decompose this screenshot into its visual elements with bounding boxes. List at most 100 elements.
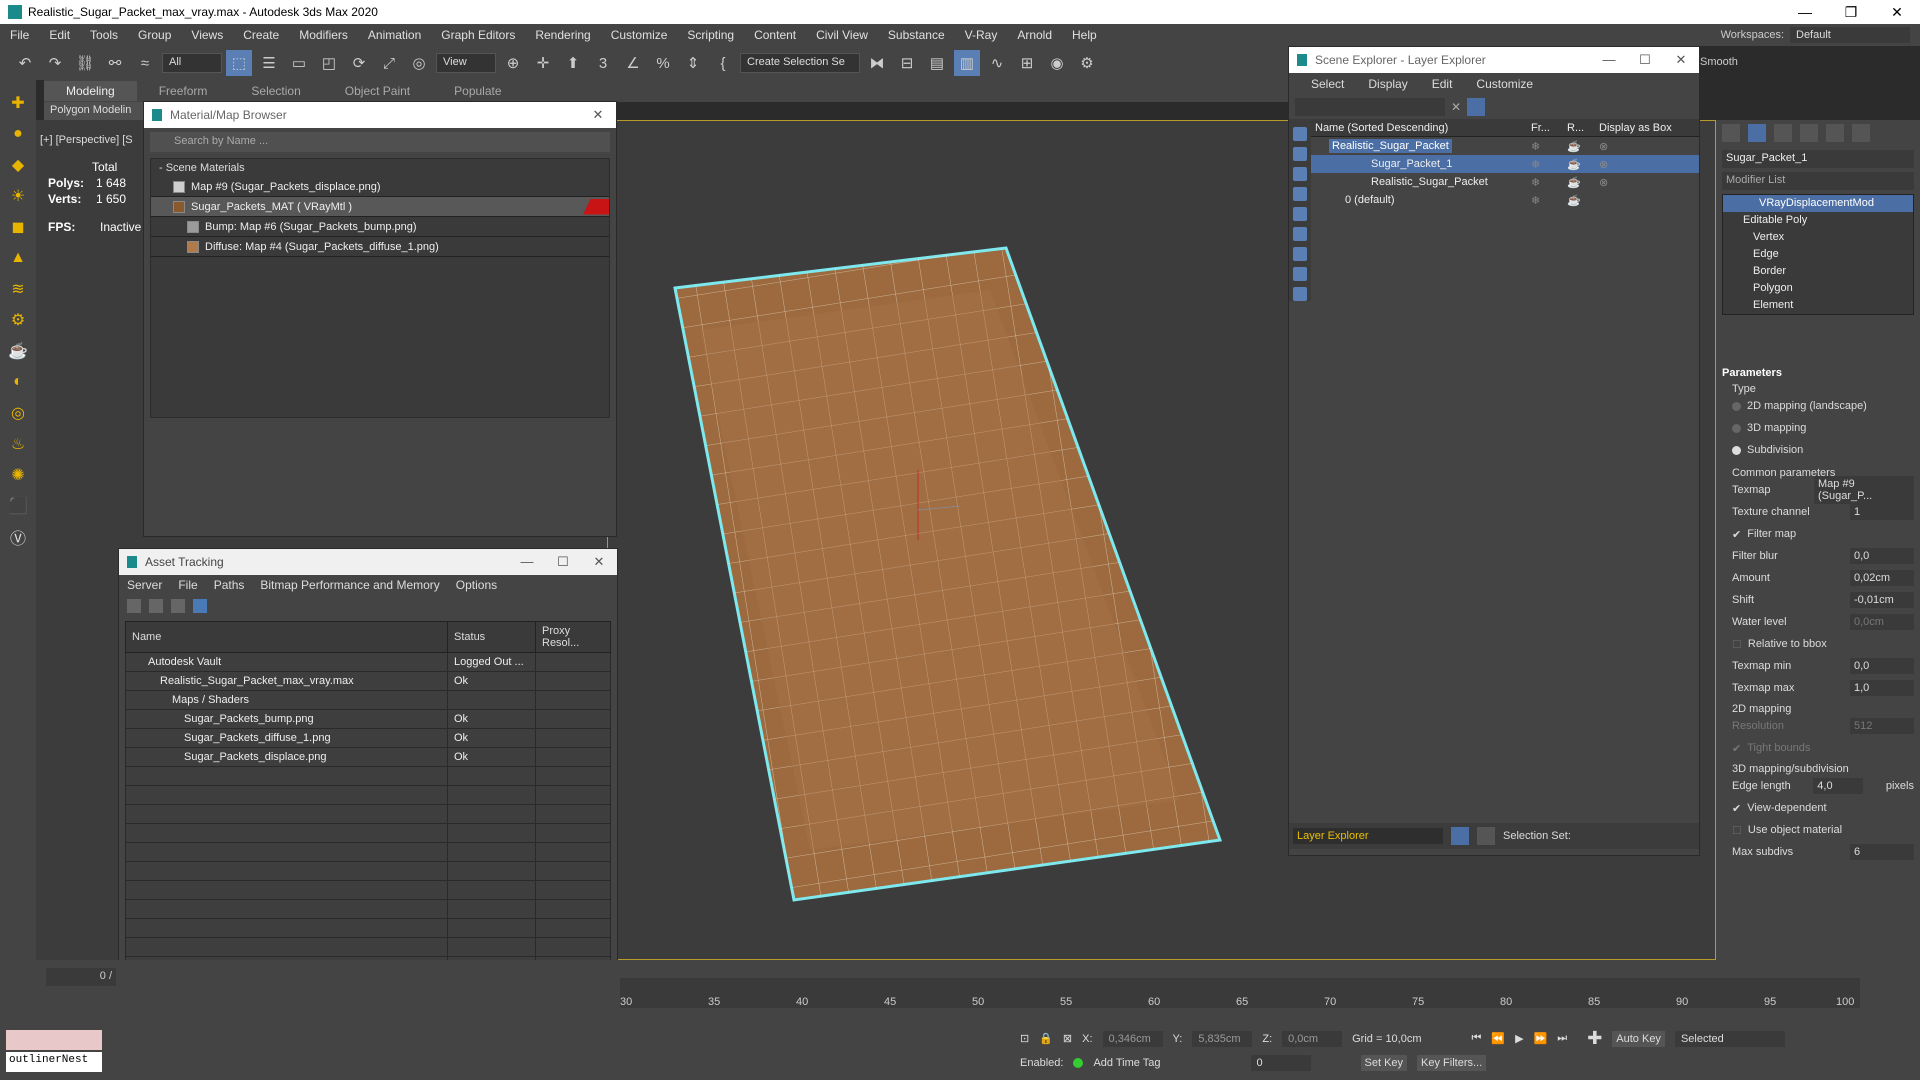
create-tab-icon[interactable] [1722, 124, 1740, 142]
stack-item[interactable]: Border [1723, 263, 1913, 280]
use-object-material-checkbox[interactable]: ☐ Use object material [1722, 819, 1914, 841]
key-mode-icon[interactable]: ✚ [1587, 1028, 1602, 1049]
at-menu-options[interactable]: Options [456, 578, 497, 592]
tab-populate[interactable]: Populate [432, 81, 523, 101]
display-tab-icon[interactable] [1826, 124, 1844, 142]
track-bar[interactable]: 30 35 40 45 50 55 60 65 70 75 80 85 90 9… [620, 978, 1860, 1008]
layer-toggle-icon[interactable] [1451, 827, 1469, 845]
bulb-icon[interactable]: ✺ [7, 464, 29, 486]
selection-set-icon[interactable] [1477, 827, 1495, 845]
display-xrefs-icon[interactable] [1293, 267, 1307, 281]
maxscript-listener-field[interactable]: outlinerNest [6, 1052, 102, 1072]
texture-channel-spinner[interactable]: 1 [1850, 504, 1914, 520]
stack-item[interactable]: Editable Poly [1723, 212, 1913, 229]
rotate-icon[interactable]: ⟳ [346, 50, 372, 76]
ribbon-subpanel[interactable]: Polygon Modelin [44, 102, 144, 120]
texmap-min-spinner[interactable]: 0,0 [1850, 658, 1914, 674]
material-browser-close-icon[interactable]: ✕ [580, 107, 616, 123]
menu-create[interactable]: Create [233, 28, 289, 42]
at-menu-file[interactable]: File [178, 578, 197, 592]
filter-map-checkbox[interactable]: ✔ Filter map [1722, 523, 1914, 545]
tight-bounds-checkbox[interactable]: ✔ Tight bounds [1722, 737, 1914, 759]
se-menu-edit[interactable]: Edit [1432, 77, 1453, 91]
material-row[interactable]: Diffuse: Map #4 (Sugar_Packets_diffuse_1… [151, 237, 609, 257]
render-icon[interactable]: ☕ [1567, 158, 1599, 171]
menu-civil-view[interactable]: Civil View [806, 28, 878, 42]
goto-start-icon[interactable]: ⏮ [1472, 1032, 1482, 1045]
display-bones-icon[interactable] [1293, 287, 1307, 301]
table-row[interactable]: Maps / Shaders [125, 690, 611, 710]
stack-item[interactable]: Vertex [1723, 229, 1913, 246]
water-level-spinner[interactable]: 0,0cm [1850, 614, 1914, 630]
display-cameras-icon[interactable] [1293, 187, 1307, 201]
table-view-icon[interactable] [193, 599, 207, 613]
maximize-button[interactable]: ❐ [1828, 0, 1874, 24]
material-editor-icon[interactable]: ◉ [1044, 50, 1070, 76]
list-view-icon[interactable] [149, 599, 163, 613]
modifier-list-dropdown[interactable]: Modifier List [1722, 172, 1914, 190]
freeze-icon[interactable]: ❄ [1531, 194, 1567, 207]
col-status[interactable]: Status [447, 621, 536, 653]
col-render[interactable]: R... [1567, 122, 1599, 134]
edge-length-spinner[interactable]: 4,0 [1813, 778, 1864, 794]
scene-materials-header[interactable]: - Scene Materials [151, 159, 609, 177]
unlink-icon[interactable]: ⚯ [102, 50, 128, 76]
minimize-button[interactable]: — [1782, 0, 1828, 24]
material-row[interactable]: Map #9 (Sugar_Packets_displace.png) [151, 177, 609, 197]
auto-key-button[interactable]: Auto Key [1612, 1030, 1665, 1047]
select-by-name-icon[interactable]: ☰ [256, 50, 282, 76]
display-lights-icon[interactable] [1293, 167, 1307, 181]
object-name-field[interactable]: Sugar_Packet_1 [1722, 150, 1914, 168]
selection-filter-dropdown[interactable]: All [162, 53, 222, 73]
display-groups-icon[interactable] [1293, 247, 1307, 261]
display-helpers-icon[interactable] [1293, 207, 1307, 221]
stack-item[interactable]: Edge [1723, 246, 1913, 263]
col-proxy[interactable]: Proxy Resol... [535, 621, 611, 653]
close-button[interactable]: ✕ [1874, 0, 1920, 24]
menu-edit[interactable]: Edit [39, 28, 80, 42]
col-name[interactable]: Name (Sorted Descending) [1311, 122, 1531, 134]
menu-graph-editors[interactable]: Graph Editors [431, 28, 525, 42]
geometry-icon[interactable]: ● [7, 123, 29, 145]
link-icon[interactable]: ⛓ [72, 50, 98, 76]
utilities-tab-icon[interactable] [1852, 124, 1870, 142]
render-icon[interactable]: ☕ [1567, 176, 1599, 189]
layer-row[interactable]: 0 (default) ❄ ☕ [1311, 191, 1699, 209]
selection-set-dropdown[interactable]: Create Selection Se [740, 53, 860, 73]
freeze-icon[interactable]: ❄ [1531, 158, 1567, 171]
menu-rendering[interactable]: Rendering [525, 28, 600, 42]
select-object-icon[interactable]: ⬚ [226, 50, 252, 76]
menu-content[interactable]: Content [744, 28, 806, 42]
set-key-button[interactable]: Set Key [1360, 1055, 1408, 1071]
freeze-icon[interactable]: ❄ [1531, 140, 1567, 153]
menu-file[interactable]: File [0, 28, 39, 42]
table-row[interactable]: Sugar_Packets_bump.png Ok [125, 709, 611, 729]
minimize-icon[interactable]: — [509, 554, 545, 570]
at-menu-bitmap[interactable]: Bitmap Performance and Memory [260, 578, 439, 592]
menu-arnold[interactable]: Arnold [1007, 28, 1062, 42]
absolute-mode-icon[interactable]: ⊠ [1063, 1032, 1072, 1045]
box-icon[interactable]: ⬛ [7, 495, 29, 517]
clear-search-icon[interactable]: ✕ [1451, 100, 1461, 114]
current-frame-field[interactable]: 0 [1250, 1055, 1311, 1071]
undo-icon[interactable]: ↶ [12, 50, 38, 76]
se-menu-select[interactable]: Select [1311, 77, 1344, 91]
material-row[interactable]: Bump: Map #6 (Sugar_Packets_bump.png) [151, 217, 609, 237]
color-swatch[interactable] [6, 1030, 102, 1050]
display-shapes-icon[interactable] [1293, 147, 1307, 161]
vray-icon[interactable]: Ⓥ [7, 526, 29, 548]
box-icon[interactable]: ⊗ [1599, 140, 1608, 153]
hierarchy-tab-icon[interactable] [1774, 124, 1792, 142]
se-menu-display[interactable]: Display [1368, 77, 1407, 91]
selected-dropdown[interactable]: Selected [1674, 1030, 1785, 1047]
view-dependent-checkbox[interactable]: ✔ View-dependent [1722, 797, 1914, 819]
y-coord-field[interactable]: 5,835cm [1192, 1030, 1253, 1047]
material-row[interactable]: Sugar_Packets_MAT ( VRayMtl ) [151, 197, 609, 217]
window-crossing-icon[interactable]: ◰ [316, 50, 342, 76]
layer-row[interactable]: Realistic_Sugar_Packet ❄ ☕ ⊗ [1311, 137, 1699, 155]
thumbnail-icon[interactable] [171, 599, 185, 613]
box-icon[interactable]: ⊗ [1599, 158, 1608, 171]
freeze-icon[interactable]: ❄ [1531, 176, 1567, 189]
material-search-input[interactable]: Search by Name ... [150, 132, 610, 152]
lock-icon[interactable]: 🔒 [1039, 1032, 1053, 1045]
